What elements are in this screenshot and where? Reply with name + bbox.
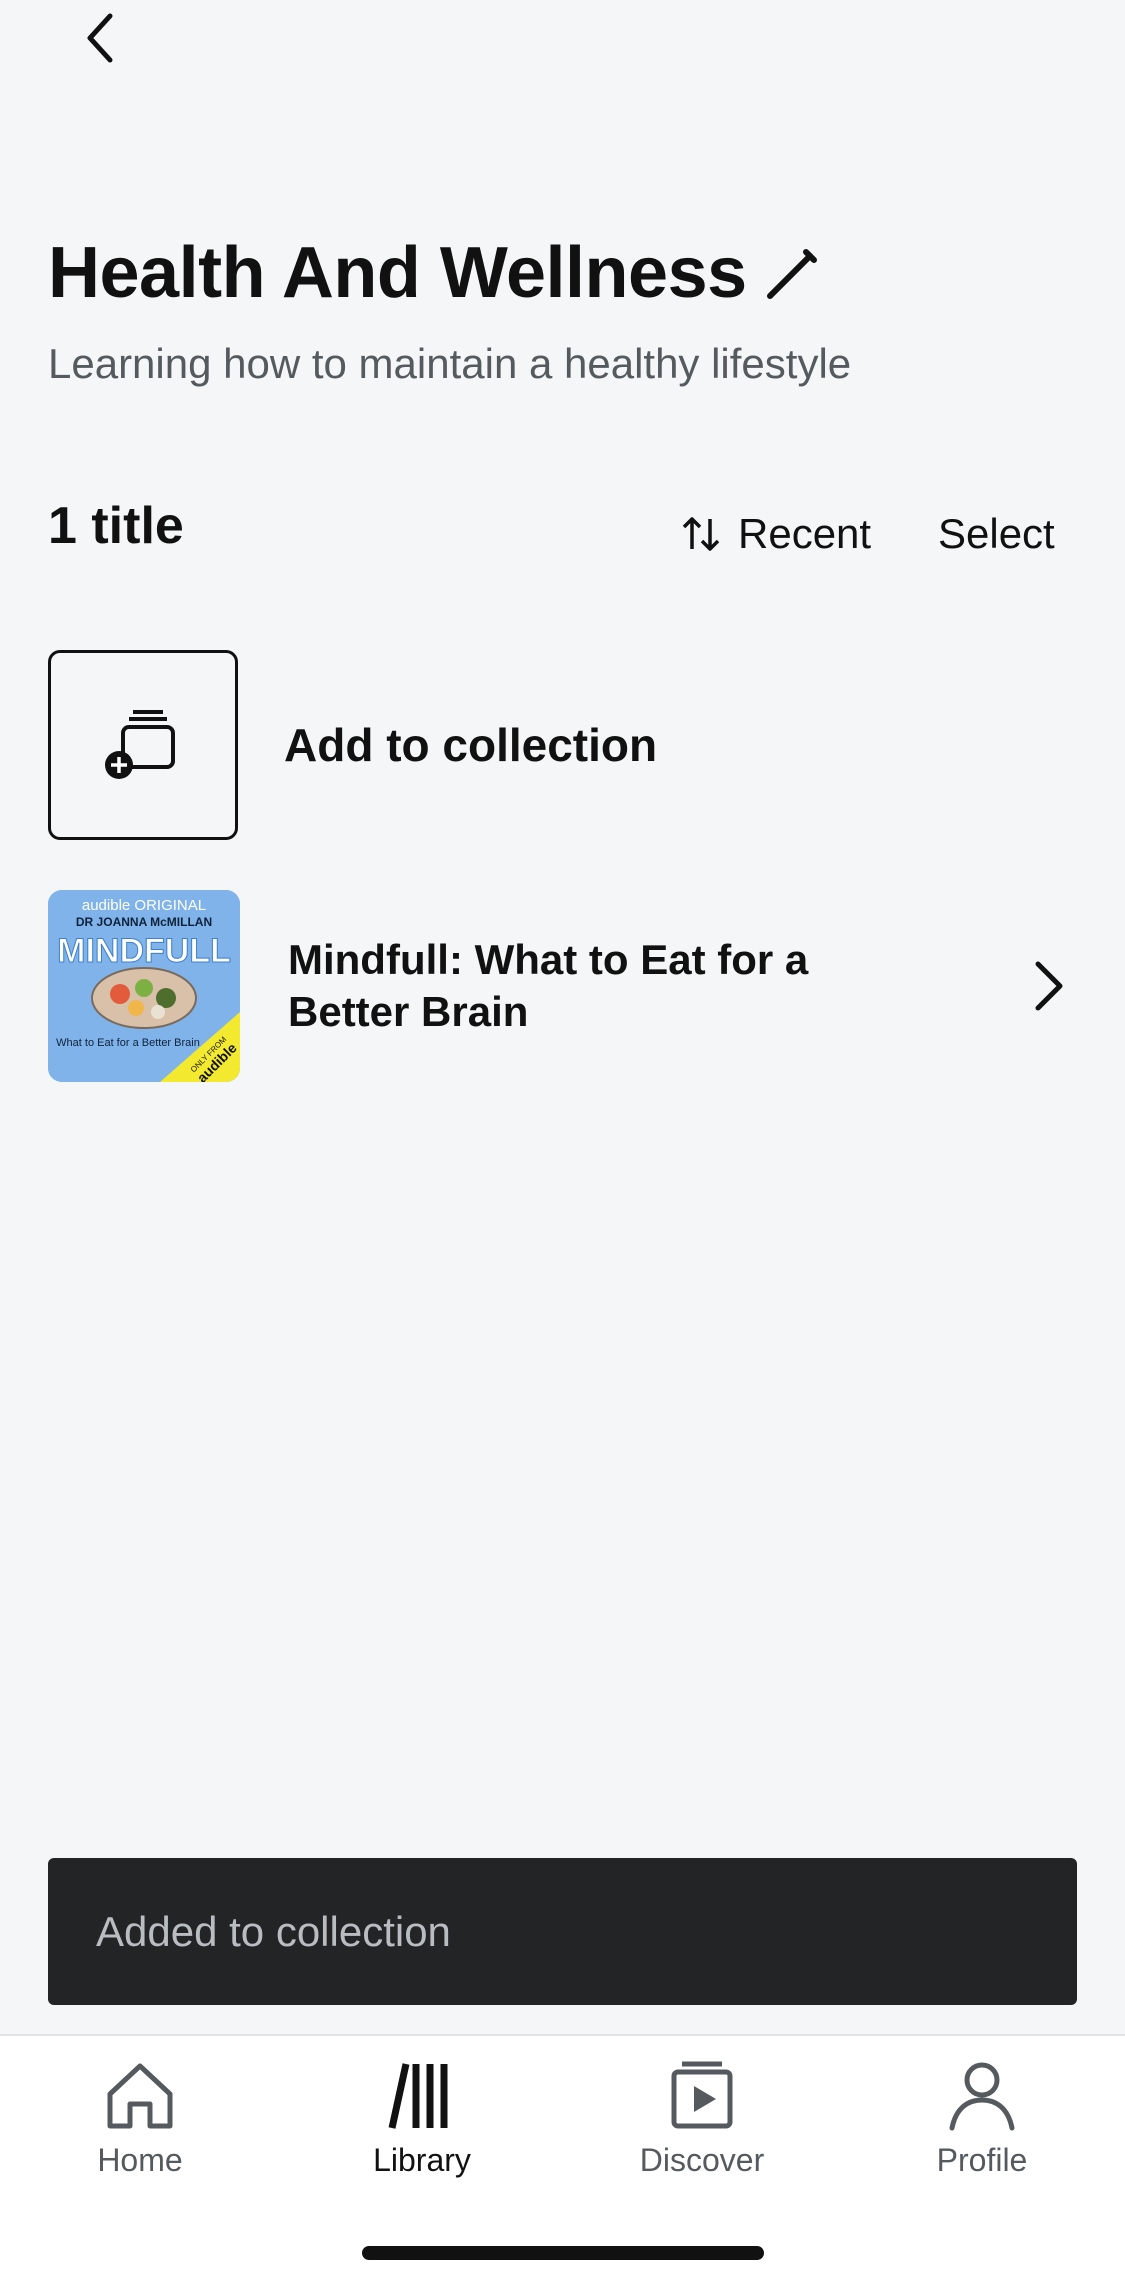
page-subtitle: Learning how to maintain a healthy lifes…: [48, 340, 852, 387]
cover-name: MINDFULL: [57, 932, 231, 970]
toast-text: Added to collection: [96, 1907, 451, 1955]
cover-top-line: audible ORIGINAL: [82, 897, 206, 914]
home-indicator: [362, 2246, 764, 2260]
tab-discover[interactable]: Discover: [602, 2056, 802, 2179]
sort-button[interactable]: Recent: [680, 506, 871, 562]
home-icon: [107, 2063, 173, 2129]
pencil-icon: [767, 249, 817, 299]
list-item[interactable]: audible ORIGINAL DR JOANNA McMILLAN MIND…: [48, 890, 1078, 1082]
tab-profile-label: Profile: [936, 2142, 1028, 2178]
back-button[interactable]: [72, 8, 132, 68]
cover-tagline: What to Eat for a Better Brain: [56, 1037, 200, 1049]
tab-profile[interactable]: Profile: [882, 2056, 1082, 2179]
sort-arrows-icon: [682, 517, 720, 551]
tab-library[interactable]: Library: [322, 2056, 522, 2179]
toast-message: Added to collection: [48, 1858, 1077, 2005]
add-to-collection-label: Add to collection: [284, 719, 658, 771]
profile-icon: [949, 2062, 1015, 2131]
add-to-collection-row[interactable]: Add to collection: [48, 648, 1078, 842]
add-tile: [48, 650, 238, 840]
page-title: Health And Wellness: [48, 233, 747, 313]
library-icon: [388, 2063, 448, 2129]
add-collection-icon: [105, 710, 175, 779]
tab-discover-label: Discover: [639, 2142, 765, 2178]
select-button[interactable]: Select: [938, 506, 1055, 562]
title-count: 1 title: [48, 497, 184, 555]
book-cover: audible ORIGINAL DR JOANNA McMILLAN MIND…: [48, 890, 240, 1082]
sort-label: Recent: [738, 510, 872, 557]
chevron-right-icon: [1035, 961, 1063, 1011]
discover-icon: [671, 2061, 733, 2129]
chevron-left-icon: [87, 13, 113, 63]
tab-home[interactable]: Home: [40, 2056, 240, 2179]
edit-button[interactable]: [762, 244, 822, 304]
tab-home-label: Home: [97, 2142, 183, 2178]
book-title: Mindfull: What to Eat for a Better Brain: [288, 936, 809, 1035]
cover-author: DR JOANNA McMILLAN: [76, 915, 212, 929]
tab-library-label: Library: [373, 2142, 471, 2178]
